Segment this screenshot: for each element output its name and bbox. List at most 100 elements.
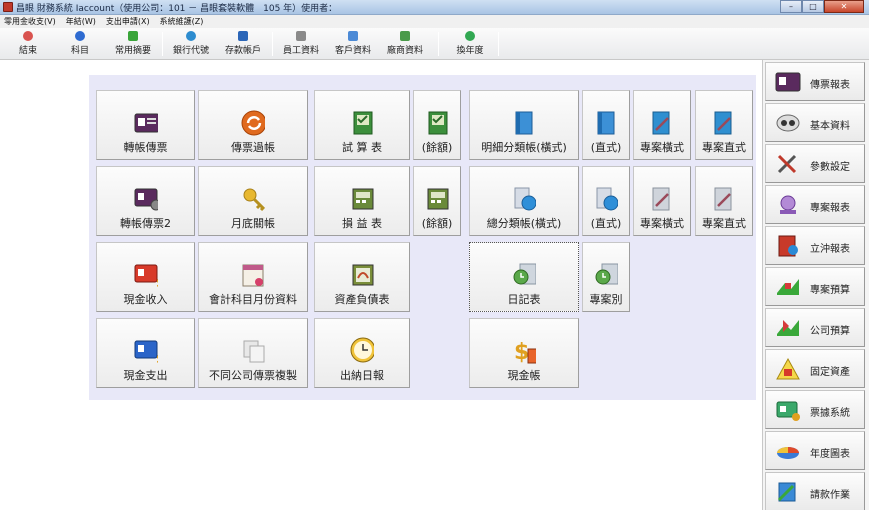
toolbar-change-year-button[interactable]: 換年度 [450,31,490,58]
menu-petty-cash[interactable]: 零用金收支(V) [4,16,56,27]
cash-daily-button[interactable]: $ 出納日報 [314,318,410,388]
by-project-button[interactable]: 專案別 [582,242,630,312]
toolbar-vendor-button[interactable]: 廠商資料 [382,31,428,58]
toolbar-separator [498,32,499,56]
month-close-button[interactable]: 月底關帳 [198,166,308,236]
voucher-report-icon [775,70,801,94]
menu-year-end[interactable]: 年結(W) [66,16,96,27]
minimize-button[interactable]: – [780,0,802,13]
blue-book-icon [594,111,618,135]
toolbar-exit-button[interactable]: 結束 [15,31,41,58]
customer-icon [348,31,358,41]
annual-chart-icon [775,439,801,463]
general-ledger-vertical-button[interactable]: (直式) [582,166,630,236]
globe-book-icon [594,187,618,211]
trial-balance-balance-button[interactable]: (餘額) [413,90,461,160]
clock-dollar-icon: $ [350,337,374,363]
dollar-ledger-icon: $ [512,339,536,365]
calendar-icon [241,263,265,287]
sidebar-item-annual-chart[interactable]: 年度圖表 [765,431,865,470]
svg-text:$: $ [156,352,158,364]
vendor-icon [400,31,410,41]
toolbar-separator [272,32,273,56]
deposit-icon [238,31,248,41]
basic-data-icon [775,111,801,135]
toolbar-summary-button[interactable]: 常用摘要 [110,31,156,58]
sidebar-item-bill-system[interactable]: 票據系統 [765,390,865,429]
income-statement-button[interactable]: 損 益 表 [314,166,410,236]
sidebar-item-basic-data[interactable]: 基本資料 [765,103,865,142]
ledger-book-icon [350,111,374,135]
toolbar-separator [438,32,439,56]
project-vertical-2-button[interactable]: 專案直式 [695,166,753,236]
request-payment-icon [775,480,801,504]
sidebar-item-offset-report[interactable]: 立沖報表 [765,226,865,265]
title-bar: 昌眼 財務系統 Iaccount（使用公司：101 － 昌眼套裝軟體 105 年… [0,0,869,15]
toolbar: 結束 科目 常用摘要 銀行代號 存款帳戶 員工資料 客戶資料 廠商資料 換年度 [0,28,869,60]
cash-ledger-button[interactable]: $ 現金帳 [469,318,579,388]
ledger-detail-horizontal-button[interactable]: 明細分類帳(橫式) [469,90,579,160]
calculator-book-icon [350,187,374,211]
offset-report-icon [775,234,801,258]
employee-icon [296,31,306,41]
project-vertical-button[interactable]: 專案直式 [695,90,753,160]
blue-book-icon [512,111,536,135]
project-book-icon [650,111,674,135]
sidebar-item-request-payment[interactable]: 請款作業 [765,472,865,510]
posting-button[interactable]: 傳票過帳 [198,90,308,160]
summary-icon [128,31,138,41]
toolbar-deposit-button[interactable]: 存款帳戶 [220,31,266,58]
company-budget-icon [775,316,801,340]
ledger-book-icon [425,111,449,135]
id-card-icon [134,111,158,135]
sidebar-item-settings[interactable]: 參數設定 [765,144,865,183]
exit-icon [23,31,33,41]
toolbar-employee-button[interactable]: 員工資料 [278,31,324,58]
project-horizontal-2-button[interactable]: 專案橫式 [633,166,691,236]
project-budget-icon [775,275,801,299]
copy-vouchers-button[interactable]: 不同公司傳票複製 [198,318,308,388]
change-year-icon [465,31,475,41]
income-balance-button[interactable]: (餘額) [413,166,461,236]
svg-text:$: $ [156,276,158,288]
sidebar-item-project-report[interactable]: 專案報表 [765,185,865,224]
maximize-button[interactable]: □ [802,0,824,13]
voucher-button[interactable]: 轉帳傳票 [96,90,195,160]
account-icon [75,31,85,41]
cash-income-button[interactable]: $ 現金收入 [96,242,195,312]
fixed-asset-icon [775,357,801,381]
project-horizontal-button[interactable]: 專案橫式 [633,90,691,160]
settings-icon [775,152,801,176]
toolbar-account-button[interactable]: 科目 [67,31,93,58]
toolbar-separator [162,32,163,56]
refresh-circle-icon [241,110,265,136]
project-report-icon [775,193,801,217]
window-controls: – □ ✕ [780,0,864,13]
function-panel: 轉帳傳票 傳票過帳 試 算 表 (餘額) 明細分類帳(橫式) (直式) 專案橫式 [89,75,756,400]
sidebar-item-project-budget[interactable]: 專案預算 [765,267,865,306]
calculator-book-icon [425,187,449,211]
app-logo-icon [3,2,13,12]
toolbar-customer-button[interactable]: 客戶資料 [330,31,376,58]
menu-bar: 零用金收支(V) 年結(W) 支出申請(X) 系統維護(Z) [0,15,869,28]
copy-icon [241,339,265,363]
general-ledger-horizontal-button[interactable]: 總分類帳(橫式) [469,166,579,236]
journal-button[interactable]: 日記表 [469,242,579,312]
close-button[interactable]: ✕ [824,0,864,13]
app-window: 昌眼 財務系統 Iaccount（使用公司：101 － 昌眼套裝軟體 105 年… [0,0,869,510]
cash-expense-button[interactable]: $ 現金支出 [96,318,195,388]
voucher2-button[interactable]: 轉帳傳票2 [96,166,195,236]
ledger-detail-vertical-button[interactable]: (直式) [582,90,630,160]
menu-expense-request[interactable]: 支出申請(X) [106,16,150,27]
menu-system-maintenance[interactable]: 系統維護(Z) [160,16,204,27]
trial-balance-button[interactable]: 試 算 表 [314,90,410,160]
grey-project-book-icon [650,187,674,211]
right-sidebar: 傳票報表 基本資料 參數設定 專案報表 立沖報表 專案預算 公司預算 固定資產 [762,60,869,510]
sidebar-item-voucher-report[interactable]: 傳票報表 [765,62,865,101]
sidebar-item-fixed-asset[interactable]: 固定資產 [765,349,865,388]
toolbar-bank-button[interactable]: 銀行代號 [168,31,214,58]
sidebar-item-company-budget[interactable]: 公司預算 [765,308,865,347]
key-icon [241,187,265,212]
balance-sheet-button[interactable]: 資產負債表 [314,242,410,312]
monthly-subjects-button[interactable]: 會計科目月份資料 [198,242,308,312]
